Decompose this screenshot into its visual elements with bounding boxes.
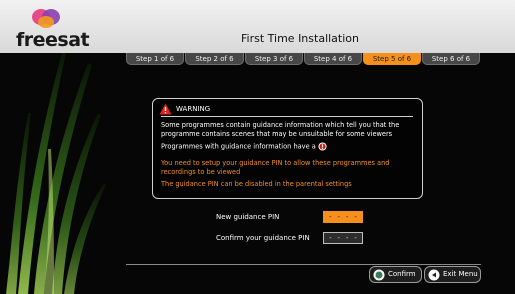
tab-step-3: Step 3 of 6	[245, 53, 303, 65]
warning-text-setup: You need to setup your guidance PIN to a…	[161, 159, 390, 176]
page-title: First Time Installation	[241, 32, 359, 45]
grass-decoration	[6, 53, 106, 294]
confirm-pin-label: Confirm your guidance PIN	[216, 234, 310, 242]
warning-text-disable: The guidance PIN can be disabled in the …	[161, 180, 352, 188]
confirm-pin-input[interactable]: - - - -	[323, 232, 363, 244]
new-pin-input[interactable]: - - - -	[323, 211, 363, 223]
warning-triangle-icon	[159, 103, 172, 115]
freesat-logo: freesat	[16, 6, 90, 51]
exit-label: Exit Menu	[443, 270, 478, 278]
exit-menu-button[interactable]: Exit Menu	[424, 266, 481, 283]
header-bar: freesat First Time Installation	[0, 0, 515, 53]
new-pin-label: New guidance PIN	[216, 213, 280, 221]
tab-step-4: Step 4 of 6	[304, 53, 362, 65]
tab-step-1: Step 1 of 6	[126, 53, 184, 65]
guidance-text: Programmes with guidance information hav…	[161, 142, 316, 151]
warning-text-guidance: Programmes with guidance information hav…	[161, 142, 419, 151]
confirm-button[interactable]: Confirm	[369, 266, 422, 283]
back-button-icon	[428, 269, 440, 281]
warning-panel: WARNING Some programmes contain guidance…	[152, 98, 423, 199]
ok-button-icon	[373, 269, 385, 281]
tab-step-5: Step 5 of 6	[363, 53, 421, 65]
brand-name: freesat	[16, 29, 90, 51]
tab-step-2: Step 2 of 6	[185, 53, 244, 65]
warning-text-intro: Some programmes contain guidance informa…	[161, 121, 400, 138]
warning-divider	[161, 116, 413, 117]
warning-title: WARNING	[176, 105, 211, 113]
tab-step-6: Step 6 of 6	[422, 53, 480, 65]
confirm-label: Confirm	[388, 270, 416, 278]
footer-divider	[126, 264, 481, 265]
guidance-g-icon	[318, 142, 327, 151]
